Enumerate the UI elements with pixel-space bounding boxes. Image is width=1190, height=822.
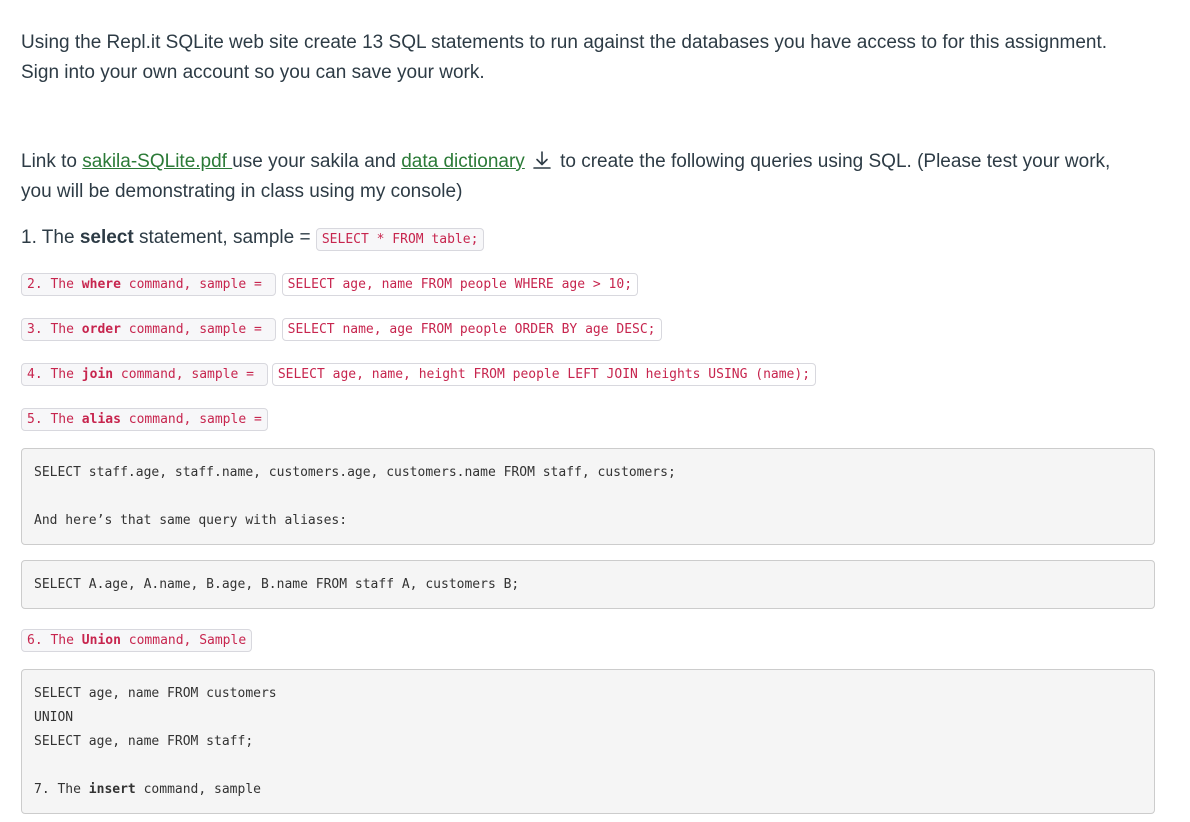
link-middle: use your sakila and	[232, 151, 402, 172]
link-suffix: to create the following queries using SQ…	[554, 151, 1111, 172]
item-select: 1. The select statement, sample = SELECT…	[21, 223, 485, 255]
sakila-pdf-link[interactable]: sakila-SQLite.pdf	[82, 151, 232, 172]
item-insert: 7. The insert command, sample	[34, 782, 261, 797]
where-keyword: where	[81, 277, 121, 292]
item-select-keyword: select	[79, 227, 134, 248]
alias-code-line-2: And here’s that same query with aliases:	[34, 513, 348, 528]
union-code-line-3: SELECT age, name FROM staff;	[34, 734, 254, 749]
alias-code-line-1: SELECT staff.age, staff.name, customers.…	[34, 465, 676, 480]
item-alias: 5. The alias command, sample =	[21, 408, 268, 431]
alias2-code-line-1: SELECT A.age, A.name, B.age, B.name FROM…	[34, 577, 520, 592]
download-icon[interactable]	[531, 150, 553, 170]
item-select-prefix: 1. The	[21, 227, 80, 248]
select-sample-code: SELECT * FROM table;	[315, 228, 485, 251]
alias-command-label: 5. The alias command, sample =	[21, 408, 268, 431]
intro-line-1: Using the Repl.it SQLite web site create…	[21, 32, 1108, 53]
union-code-line-2: UNION	[34, 710, 74, 725]
join-sample-code: SELECT age, name, height FROM people LEF…	[271, 363, 817, 386]
link-paragraph: Link to sakila-SQLite.pdf use your sakil…	[21, 147, 1155, 207]
item-union: 6. The Union command, Sample	[21, 629, 253, 652]
union-code-line-1: SELECT age, name FROM customers	[34, 686, 277, 701]
data-dictionary-link[interactable]: data dictionary	[401, 151, 525, 172]
alias-keyword: alias	[81, 412, 121, 427]
union-code-block: SELECT age, name FROM customers UNION SE…	[21, 669, 1155, 814]
item-where: 2. The where command, sample = SELECT ag…	[21, 273, 639, 296]
union-command-label: 6. The Union command, Sample	[21, 629, 253, 652]
item-join: 4. The join command, sample = SELECT age…	[21, 363, 817, 386]
join-command-label: 4. The join command, sample =	[21, 363, 268, 386]
alias-code-block: SELECT staff.age, staff.name, customers.…	[21, 448, 1155, 545]
item-select-suffix: statement, sample =	[133, 227, 316, 248]
union-keyword: Union	[81, 633, 121, 648]
where-command-label: 2. The where command, sample =	[21, 273, 276, 296]
insert-keyword: insert	[88, 782, 136, 797]
order-keyword: order	[81, 322, 121, 337]
link-prefix: Link to	[21, 151, 83, 172]
join-keyword: join	[81, 367, 114, 382]
item-order: 3. The order command, sample = SELECT na…	[21, 318, 662, 341]
alias-code-block-2: SELECT A.age, A.name, B.age, B.name FROM…	[21, 560, 1155, 609]
link-paragraph-line-2: you will be demonstrating in class using…	[21, 181, 463, 202]
intro-paragraph: Using the Repl.it SQLite web site create…	[21, 28, 1155, 88]
order-command-label: 3. The order command, sample =	[21, 318, 276, 341]
intro-line-2: Sign into your own account so you can sa…	[21, 62, 485, 83]
where-sample-code: SELECT age, name FROM people WHERE age >…	[281, 273, 639, 296]
order-sample-code: SELECT name, age FROM people ORDER BY ag…	[281, 318, 662, 341]
